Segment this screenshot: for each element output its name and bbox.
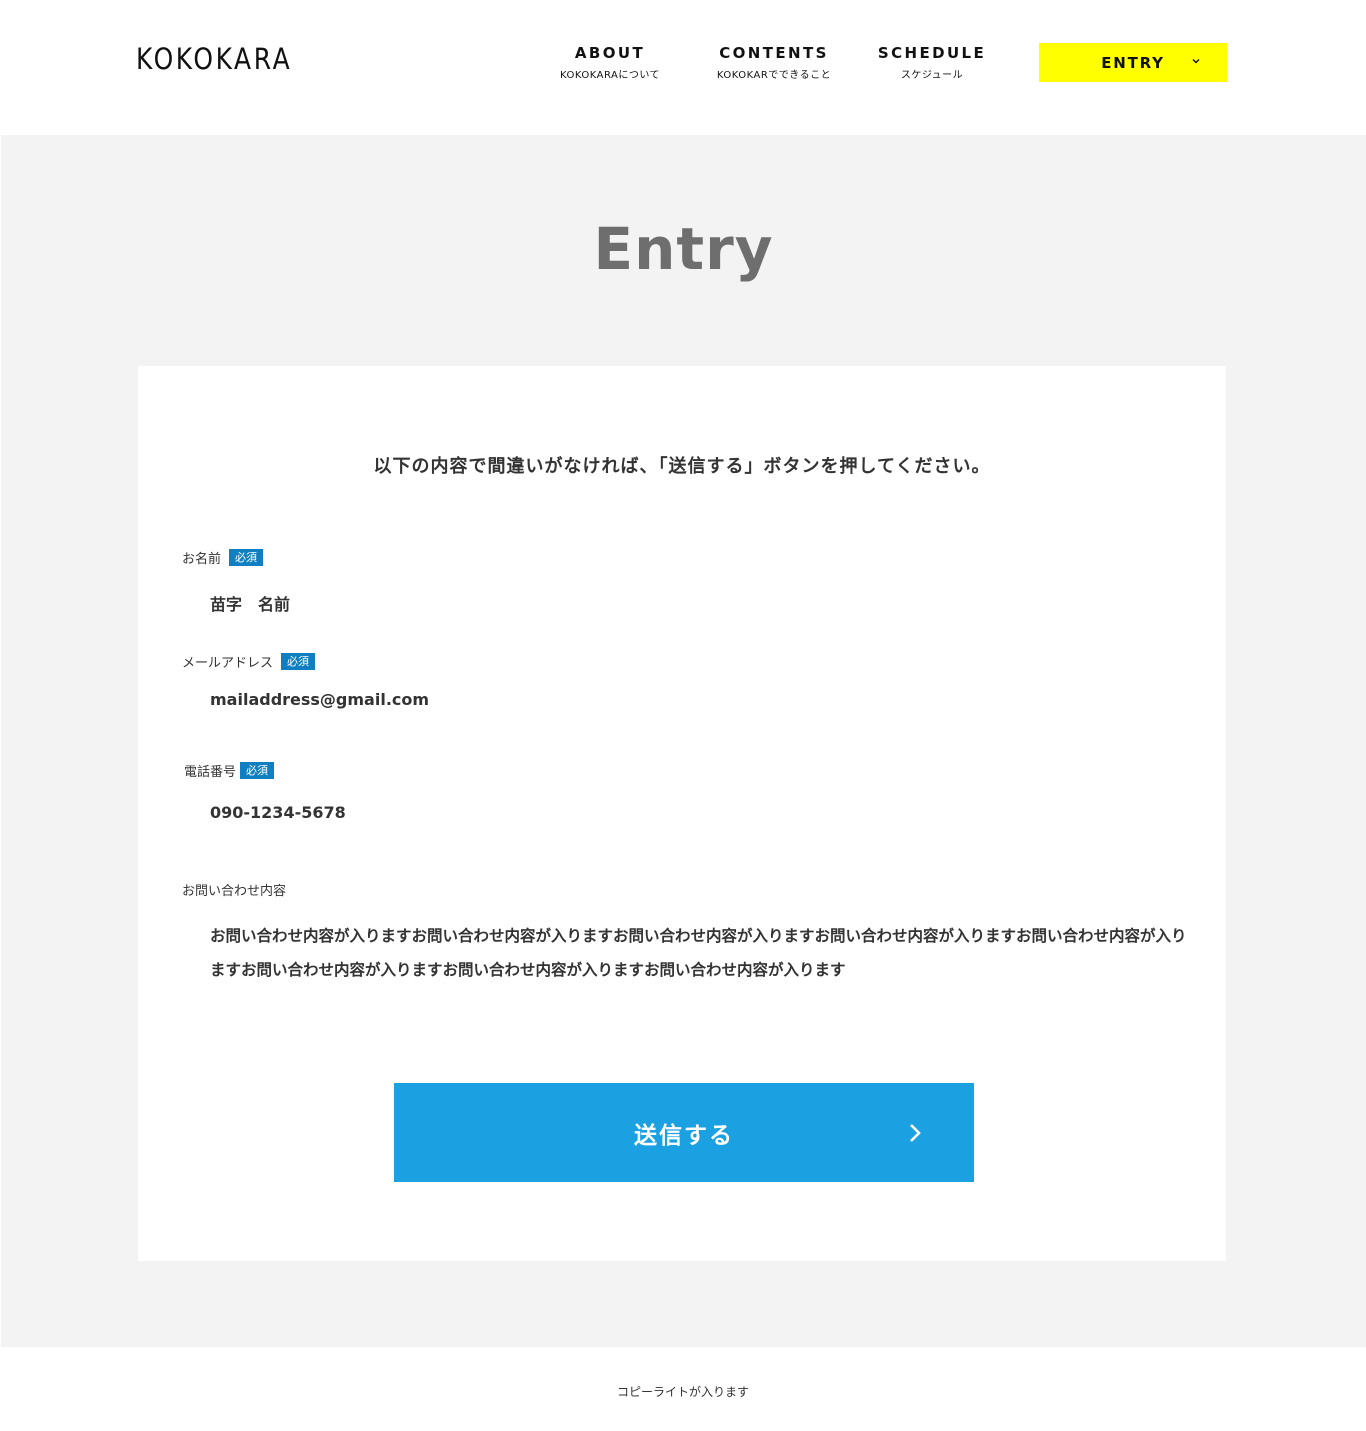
name-label-text: お名前	[182, 552, 222, 567]
page-title: Entry	[593, 215, 774, 283]
message-value: お問い合わせ内容が入りますお問い合わせ内容が入りますお問い合わせ内容が入りますお…	[210, 927, 1187, 979]
nav-contents-sublabel: KOKOKARでできること	[716, 70, 832, 81]
nav-schedule-sublabel: スケジュール	[900, 70, 964, 81]
submit-button-label: 送信する	[634, 1122, 734, 1149]
nav-schedule-label: SCHEDULE	[877, 44, 987, 62]
nav-about-label: ABOUT	[574, 44, 646, 62]
email-field-label: メールアドレス 必須	[182, 652, 316, 671]
copyright-text: コピーライトが入ります	[616, 1385, 749, 1399]
required-badge: 必須	[281, 653, 316, 670]
entry-button[interactable]: ENTRY	[1039, 43, 1227, 82]
required-badge: 必須	[240, 762, 275, 779]
message-field-label: お問い合わせ内容	[182, 880, 286, 899]
nav-item-contents[interactable]: CONTENTS KOKOKARでできること	[704, 44, 844, 81]
nav-contents-label: CONTENTS	[719, 44, 829, 62]
nav-item-schedule[interactable]: SCHEDULE スケジュール	[872, 44, 992, 81]
submit-button[interactable]: 送信する	[394, 1083, 974, 1182]
required-badge: 必須	[229, 549, 264, 566]
confirm-lead-text: 以下の内容で間違いがなければ、「送信する」ボタンを押してください。	[373, 456, 991, 477]
logo[interactable]: KOKOKARA	[136, 42, 292, 76]
email-label-text: メールアドレス	[182, 656, 274, 671]
nav-about-sublabel: KOKOKARAについて	[559, 70, 661, 81]
name-field-label: お名前 必須	[182, 548, 264, 567]
site-footer: コピーライトが入ります	[0, 1347, 1366, 1431]
email-value: mailaddress@gmail.com	[210, 690, 430, 709]
name-value: 苗字 名前	[210, 595, 291, 614]
entry-button-label: ENTRY	[1101, 53, 1165, 72]
main-content: Entry 以下の内容で間違いがなければ、「送信する」ボタンを押してください。 …	[1, 135, 1366, 1347]
nav-item-about[interactable]: ABOUT KOKOKARAについて	[548, 44, 672, 81]
phone-field-label: 電話番号 必須	[184, 761, 275, 780]
message-label-text: お問い合わせ内容	[182, 884, 287, 899]
chevron-down-icon	[1192, 59, 1200, 64]
phone-value: 090-1234-5678	[210, 803, 346, 822]
site-header: KOKOKARA ABOUT KOKOKARAについて CONTENTS KOK…	[0, 0, 1366, 135]
chevron-right-icon	[910, 1124, 921, 1142]
confirm-card: 以下の内容で間違いがなければ、「送信する」ボタンを押してください。 お名前 必須…	[138, 366, 1226, 1261]
phone-label-text: 電話番号	[184, 765, 237, 780]
